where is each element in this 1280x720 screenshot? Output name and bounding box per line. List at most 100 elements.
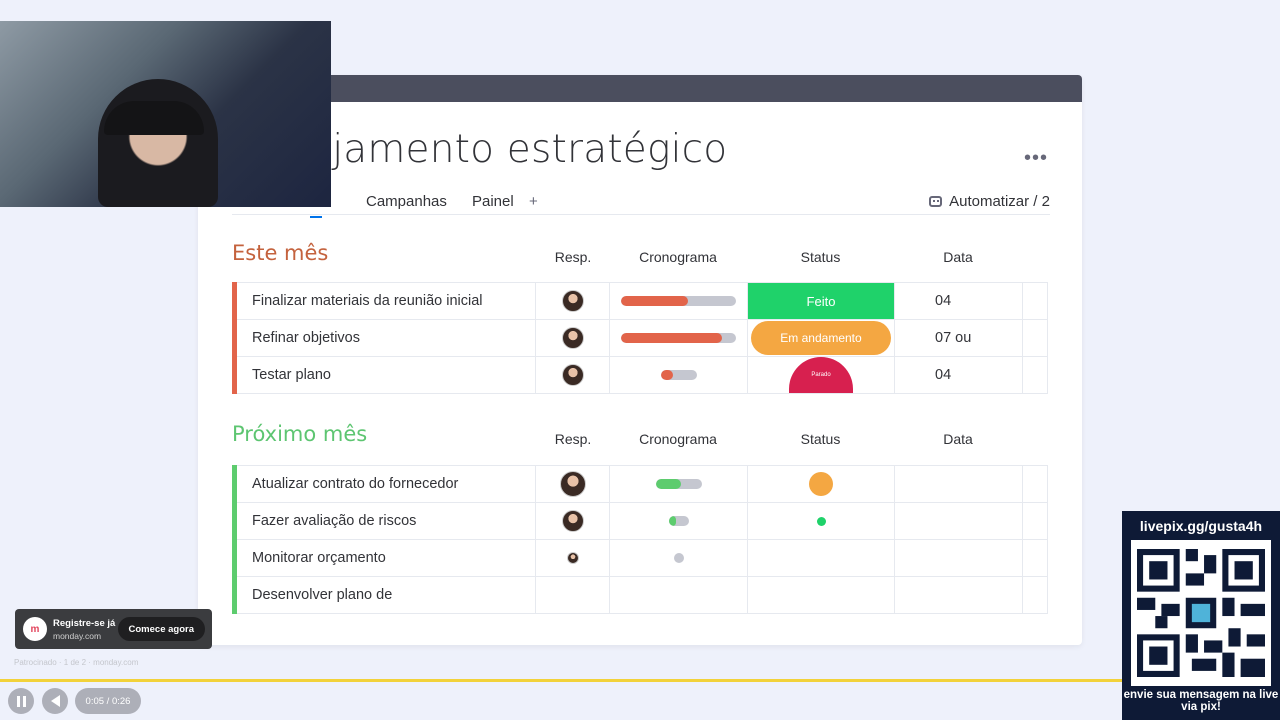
item-name[interactable]: Refinar objetivos bbox=[237, 320, 535, 356]
owner-cell[interactable] bbox=[535, 320, 609, 356]
table-row[interactable]: Refinar objetivos Em andamento 07 ou bbox=[232, 319, 1048, 357]
streamer-image bbox=[98, 79, 218, 207]
add-view-button[interactable]: + bbox=[529, 193, 538, 210]
status-label: Em andamento bbox=[751, 321, 891, 355]
add-column-cell bbox=[1022, 283, 1048, 319]
timeline-fill bbox=[655, 479, 681, 489]
pix-url: livepix.gg/gusta4h bbox=[1139, 518, 1263, 534]
avatar bbox=[561, 510, 584, 532]
item-name[interactable]: Testar plano bbox=[237, 357, 535, 393]
status-label: Feito bbox=[748, 283, 894, 319]
owner-cell[interactable] bbox=[535, 357, 609, 393]
date-cell[interactable] bbox=[894, 540, 1022, 576]
item-name[interactable]: Atualizar contrato do fornecedor bbox=[237, 466, 535, 502]
date-cell[interactable] bbox=[894, 466, 1022, 502]
ad-title: Registre-se já bbox=[53, 617, 116, 629]
status-cell[interactable] bbox=[747, 466, 894, 502]
table-row[interactable]: Testar plano Parado 04 bbox=[232, 356, 1048, 394]
date-cell[interactable] bbox=[894, 503, 1022, 539]
time-text: 0:05 / 0:26 bbox=[85, 695, 131, 707]
date-cell[interactable]: 04 bbox=[894, 357, 1022, 393]
monday-logo-icon: m bbox=[23, 617, 47, 641]
add-column-cell bbox=[1022, 357, 1048, 393]
column-header-status: Status bbox=[800, 249, 841, 265]
pause-icon bbox=[16, 695, 26, 707]
ad-cta-button[interactable]: Comece agora bbox=[117, 617, 205, 641]
timeline-cell[interactable] bbox=[609, 577, 747, 613]
pix-message: envie sua mensagem na live via pix! bbox=[1123, 689, 1279, 713]
automate-button[interactable]: Automatizar / 2 bbox=[929, 193, 1050, 210]
column-header-date: Data bbox=[943, 431, 973, 447]
group-title-this-month[interactable]: Este mês bbox=[232, 241, 328, 265]
group-table-this-month: Finalizar materiais da reunião inicial F… bbox=[232, 282, 1048, 394]
timeline-cell[interactable] bbox=[609, 466, 747, 502]
owner-cell[interactable] bbox=[535, 540, 609, 576]
column-header-status: Status bbox=[800, 431, 841, 447]
column-header-owner: Resp. bbox=[554, 431, 592, 447]
timeline-bar bbox=[660, 370, 697, 380]
status-cell[interactable] bbox=[747, 540, 894, 576]
table-row[interactable]: Atualizar contrato do fornecedor bbox=[232, 465, 1048, 503]
more-options-icon[interactable]: ••• bbox=[1024, 147, 1048, 170]
timeline-cell[interactable] bbox=[609, 320, 747, 356]
avatar bbox=[561, 364, 584, 386]
timeline-fill bbox=[668, 516, 676, 526]
timeline-cell[interactable] bbox=[609, 283, 747, 319]
qr-code bbox=[1131, 540, 1271, 686]
timeline-bar bbox=[621, 333, 736, 343]
automate-label: Automatizar / 2 bbox=[949, 193, 1050, 210]
view-tabs: al Campanhas Painel + Automatizar / 2 bbox=[232, 187, 1050, 218]
table-row[interactable]: Monitorar orçamento bbox=[232, 539, 1048, 577]
pix-donation-panel: livepix.gg/gusta4h envie sua mensagem na… bbox=[1122, 511, 1280, 720]
item-name[interactable]: Finalizar materiais da reunião inicial bbox=[237, 283, 535, 319]
status-cell[interactable]: Parado bbox=[747, 357, 894, 393]
status-indicator bbox=[816, 516, 826, 526]
owner-cell[interactable] bbox=[535, 283, 609, 319]
owner-cell[interactable] bbox=[535, 466, 609, 502]
status-cell[interactable] bbox=[747, 503, 894, 539]
status-cell[interactable]: Feito bbox=[747, 283, 894, 319]
owner-cell[interactable] bbox=[535, 503, 609, 539]
timeline-cell[interactable] bbox=[609, 357, 747, 393]
add-column-cell bbox=[1022, 466, 1048, 502]
time-display: 0:05 / 0:26 bbox=[75, 688, 141, 714]
volume-button[interactable] bbox=[42, 688, 68, 714]
status-cell[interactable]: Em andamento bbox=[747, 320, 894, 356]
tab-campanhas[interactable]: Campanhas bbox=[366, 193, 447, 210]
date-cell[interactable]: 04 bbox=[894, 283, 1022, 319]
table-row[interactable]: Desenvolver plano de bbox=[232, 576, 1048, 614]
status-label: Parado bbox=[789, 357, 853, 393]
status-indicator bbox=[809, 472, 833, 496]
board-title: ejamento estratégico bbox=[308, 127, 728, 172]
streamer-cap bbox=[104, 101, 204, 135]
avatar bbox=[561, 327, 584, 349]
avatar bbox=[561, 290, 584, 312]
table-row[interactable]: Finalizar materiais da reunião inicial F… bbox=[232, 282, 1048, 320]
video-progress-bar[interactable] bbox=[0, 679, 1122, 682]
column-header-timeline: Cronograma bbox=[639, 431, 717, 447]
column-header-owner: Resp. bbox=[554, 249, 592, 265]
timeline-fill bbox=[621, 296, 688, 306]
item-name[interactable]: Desenvolver plano de bbox=[237, 577, 535, 613]
group-title-next-month[interactable]: Próximo mês bbox=[232, 422, 367, 446]
add-column-cell bbox=[1022, 320, 1048, 356]
date-cell[interactable]: 07 ou bbox=[894, 320, 1022, 356]
owner-cell[interactable] bbox=[535, 577, 609, 613]
column-header-date: Data bbox=[943, 249, 973, 265]
table-row[interactable]: Fazer avaliação de riscos bbox=[232, 502, 1048, 540]
timeline-cell[interactable] bbox=[609, 540, 747, 576]
webcam-overlay bbox=[0, 21, 331, 207]
date-cell[interactable] bbox=[894, 577, 1022, 613]
pause-button[interactable] bbox=[8, 688, 34, 714]
status-cell[interactable] bbox=[747, 577, 894, 613]
qr-code-icon bbox=[1137, 549, 1265, 677]
tab-painel[interactable]: Painel bbox=[472, 193, 514, 210]
item-name[interactable]: Monitorar orçamento bbox=[237, 540, 535, 576]
timeline-cell[interactable] bbox=[609, 503, 747, 539]
ad-banner[interactable]: m Registre-se já monday.com Comece agora bbox=[15, 609, 212, 649]
timeline-fill bbox=[621, 333, 723, 343]
timeline-bar bbox=[655, 479, 702, 489]
item-name[interactable]: Fazer avaliação de riscos bbox=[237, 503, 535, 539]
add-column-cell bbox=[1022, 540, 1048, 576]
add-column-cell bbox=[1022, 577, 1048, 613]
